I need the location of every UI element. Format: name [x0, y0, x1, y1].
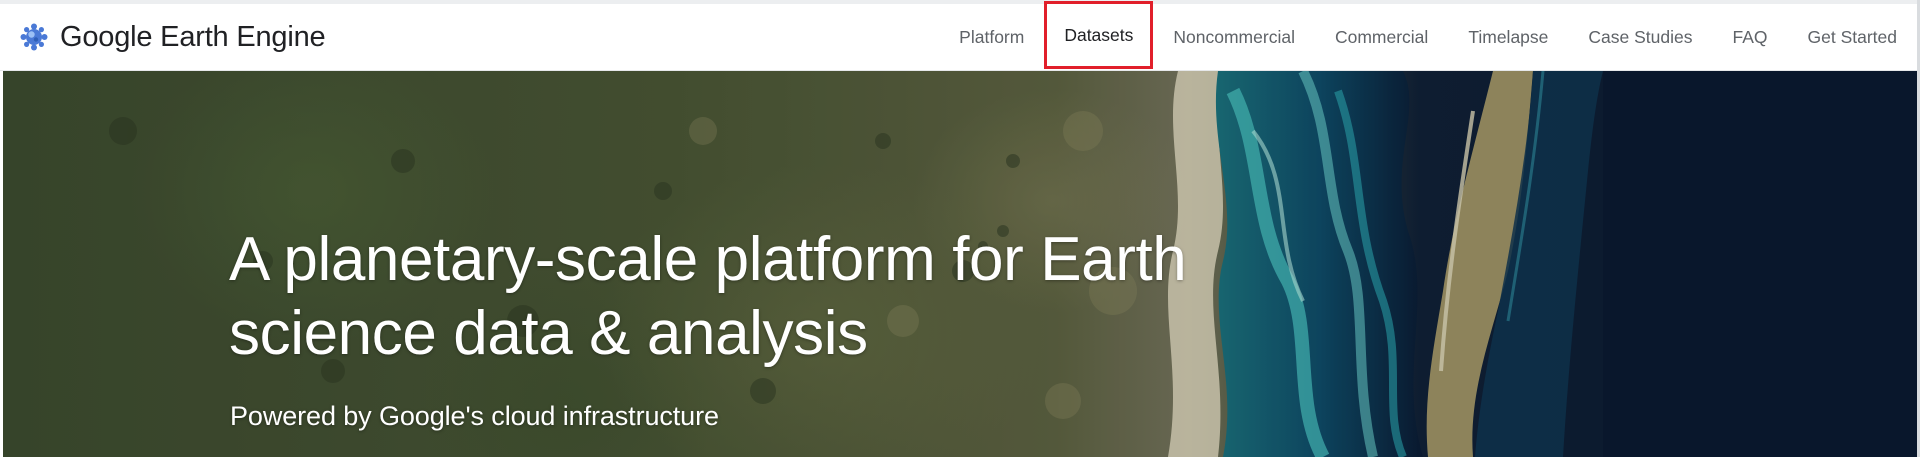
nav-get-started[interactable]: Get Started: [1788, 4, 1918, 70]
hero-title-line-1: A planetary-scale platform for Earth: [229, 225, 1187, 294]
site-header: Google Earth Engine Platform Datasets No…: [0, 1, 1918, 71]
brand-name: Google Earth Engine: [60, 20, 326, 53]
nav-case-studies[interactable]: Case Studies: [1568, 4, 1712, 70]
nav-noncommercial[interactable]: Noncommercial: [1153, 4, 1315, 70]
hero-banner: A planetary-scale platform for Earth sci…: [3, 71, 1917, 457]
earth-engine-logo-icon: [20, 23, 48, 51]
nav-timelapse[interactable]: Timelapse: [1448, 4, 1568, 70]
nav-faq[interactable]: FAQ: [1712, 4, 1787, 70]
nav-datasets[interactable]: Datasets: [1044, 1, 1154, 69]
hero-title: A planetary-scale platform for Earth sci…: [229, 223, 1229, 371]
hero-title-line-2: science data & analysis: [229, 299, 868, 368]
hero-subtitle: Powered by Google's cloud infrastructure: [230, 401, 719, 431]
nav-platform[interactable]: Platform: [939, 4, 1044, 70]
main-nav: Platform Datasets Noncommercial Commerci…: [939, 1, 1918, 70]
nav-commercial[interactable]: Commercial: [1315, 4, 1448, 70]
brand-link[interactable]: Google Earth Engine: [20, 20, 326, 54]
